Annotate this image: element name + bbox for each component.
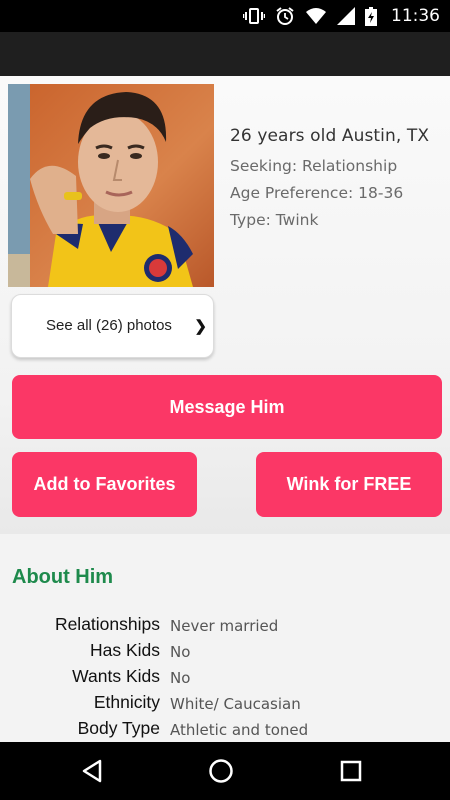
age-preference-text: Age Preference: 18-36 — [230, 184, 404, 202]
detail-row: Has Kids No — [0, 640, 450, 664]
chevron-right-icon: ❯ — [194, 318, 207, 335]
alarm-icon — [275, 6, 295, 26]
status-time: 11:36 — [391, 6, 440, 26]
detail-label: Wants Kids — [72, 666, 160, 686]
see-all-photos-label: See all (26) photos — [46, 317, 172, 334]
battery-icon — [365, 6, 377, 26]
about-section: About Him Relationships Never married Ha… — [0, 534, 450, 742]
navigation-bar — [0, 742, 450, 800]
detail-row: Body Type Athletic and toned — [0, 718, 450, 742]
wifi-icon — [305, 7, 327, 25]
wink-button[interactable]: Wink for FREE — [256, 452, 442, 517]
detail-label: Body Type — [77, 718, 160, 738]
about-title: About Him — [12, 566, 114, 588]
profile-info: 26 years old Austin, TX Seeking: Relatio… — [230, 126, 445, 229]
type-text: Type: Twink — [230, 211, 319, 229]
vibrate-icon — [243, 7, 265, 25]
profile-photo[interactable] — [8, 84, 214, 287]
back-icon[interactable] — [78, 756, 108, 786]
add-to-favorites-button[interactable]: Add to Favorites — [12, 452, 197, 517]
message-button[interactable]: Message Him — [12, 375, 442, 439]
profile-content[interactable]: 26 years old Austin, TX Seeking: Relatio… — [0, 76, 450, 742]
detail-row: Wants Kids No — [0, 666, 450, 690]
detail-label: Relationships — [54, 614, 160, 634]
status-bar: 11:36 — [0, 0, 450, 32]
detail-value: No — [170, 643, 191, 661]
detail-label: Ethnicity — [93, 692, 160, 712]
detail-row: Ethnicity White/ Caucasian — [0, 692, 450, 716]
status-icons: 11:36 — [243, 6, 440, 26]
detail-row: Relationships Never married — [0, 614, 450, 638]
profile-headline: 26 years old Austin, TX — [230, 126, 430, 146]
see-all-photos-button[interactable]: See all (26) photos ❯ — [11, 294, 214, 358]
detail-value: White/ Caucasian — [170, 695, 301, 713]
seeking-text: Seeking: Relationship — [230, 157, 398, 175]
detail-label: Has Kids — [89, 640, 160, 660]
home-icon[interactable] — [206, 756, 236, 786]
app-bar — [0, 32, 450, 76]
detail-value: No — [170, 669, 191, 687]
detail-value: Athletic and toned — [170, 721, 309, 739]
detail-value: Never married — [170, 617, 279, 635]
profile-header: 26 years old Austin, TX Seeking: Relatio… — [0, 76, 450, 534]
signal-icon — [337, 7, 355, 25]
recents-icon[interactable] — [336, 756, 366, 786]
